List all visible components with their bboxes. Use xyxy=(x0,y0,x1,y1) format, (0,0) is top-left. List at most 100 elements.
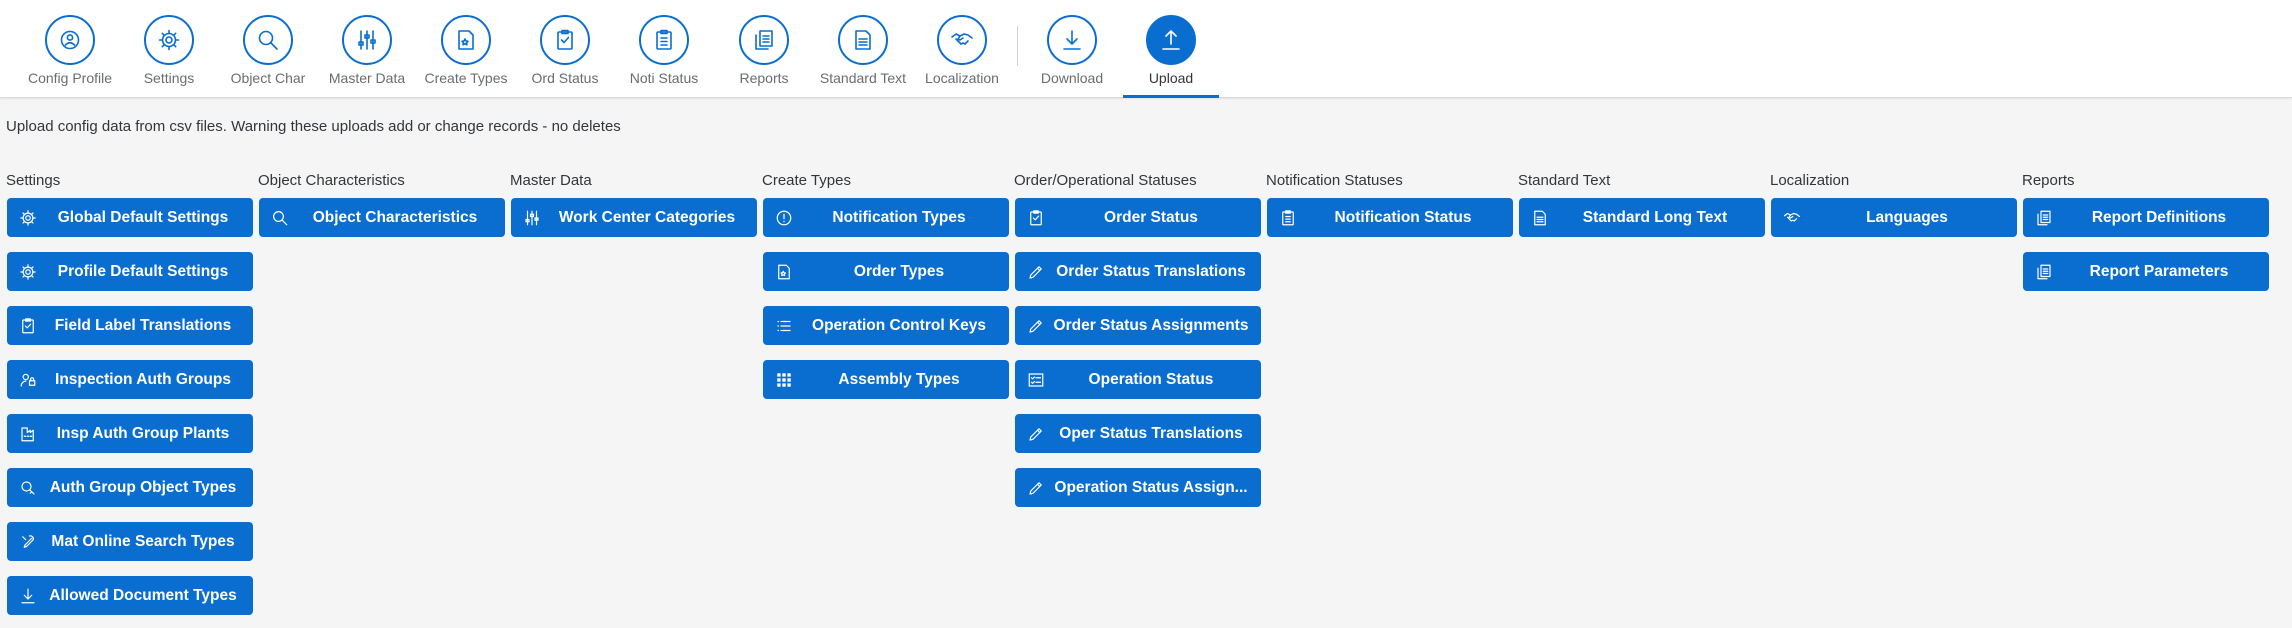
upload-languages-button[interactable]: Languages xyxy=(1771,198,2017,237)
tab-ord-status[interactable]: Ord Status xyxy=(517,12,613,98)
tab-localization[interactable]: Localization xyxy=(914,12,1010,98)
tab-reports[interactable]: Reports xyxy=(716,12,812,98)
gear-icon xyxy=(19,263,37,281)
column-title: Order/Operational Statuses xyxy=(1014,172,1197,189)
column-order-operational-statuses: Order/Operational Statuses Order Status Or… xyxy=(1014,170,1261,507)
upload-report-parameters-button[interactable]: Report Parameters xyxy=(2023,252,2269,291)
sliders-icon xyxy=(342,15,392,65)
tab-label: Upload xyxy=(1148,70,1194,86)
tab-download[interactable]: Download xyxy=(1024,12,1120,98)
column-reports: Reports Report Definitions Report Paramete… xyxy=(2022,170,2269,291)
upload-mat-online-search-types-button[interactable]: Mat Online Search Types xyxy=(7,522,253,561)
button-label: Assembly Types xyxy=(838,371,960,388)
upload-global-default-settings-button[interactable]: Global Default Settings xyxy=(7,198,253,237)
tab-settings[interactable]: Settings xyxy=(121,12,217,98)
grid-icon xyxy=(775,371,793,389)
upload-inspection-auth-groups-button[interactable]: Inspection Auth Groups xyxy=(7,360,253,399)
upload-operation-status-assign-button[interactable]: Operation Status Assign... xyxy=(1015,468,1261,507)
upload-object-characteristics-button[interactable]: Object Characteristics xyxy=(259,198,505,237)
button-label: Global Default Settings xyxy=(57,209,229,226)
tab-create-types[interactable]: Create Types xyxy=(418,12,514,98)
tab-upload[interactable]: Upload xyxy=(1123,12,1219,98)
document-star-icon xyxy=(775,263,793,281)
download-icon xyxy=(19,587,37,605)
document-star-icon xyxy=(441,15,491,65)
button-label: Allowed Document Types xyxy=(49,587,237,604)
tab-bar: Config Profile Settings Object Char Master … xyxy=(0,0,2292,98)
button-label: Operation Control Keys xyxy=(812,317,986,334)
column-title: Create Types xyxy=(762,172,851,189)
upload-description: Upload config data from csv files. Warni… xyxy=(6,118,621,135)
clipboard-icon xyxy=(1027,209,1045,227)
button-label: Report Parameters xyxy=(2089,263,2229,280)
pencil-icon xyxy=(1027,317,1045,335)
tab-master-data[interactable]: Master Data xyxy=(319,12,415,98)
column-title: Master Data xyxy=(510,172,592,189)
button-label: Profile Default Settings xyxy=(57,263,229,280)
config-profile-icon xyxy=(45,15,95,65)
factory-icon xyxy=(19,425,37,443)
button-label: Object Characteristics xyxy=(312,209,478,226)
upload-field-label-translations-button[interactable]: Field Label Translations xyxy=(7,306,253,345)
column-title: Reports xyxy=(2022,172,2075,189)
column-master-data: Master Data Work Center Categories xyxy=(510,170,757,237)
button-label: Order Types xyxy=(853,263,945,280)
button-label: Report Definitions xyxy=(2091,209,2227,226)
column-localization: Localization Languages xyxy=(1770,170,2017,237)
documents-icon xyxy=(2035,263,2053,281)
tab-noti-status[interactable]: Noti Status xyxy=(616,12,712,98)
tab-object-char[interactable]: Object Char xyxy=(220,12,316,98)
upload-oper-status-translations-button[interactable]: Oper Status Translations xyxy=(1015,414,1261,453)
button-label: Order Status xyxy=(1104,209,1198,226)
button-label: Languages xyxy=(1866,209,1948,226)
clipboard-icon xyxy=(540,15,590,65)
upload-work-center-categories-button[interactable]: Work Center Categories xyxy=(511,198,757,237)
button-label: Standard Long Text xyxy=(1582,209,1728,226)
tab-config-profile[interactable]: Config Profile xyxy=(22,12,118,98)
upload-operation-status-button[interactable]: Operation Status xyxy=(1015,360,1261,399)
upload-auth-group-object-types-button[interactable]: Auth Group Object Types xyxy=(7,468,253,507)
documents-icon xyxy=(2035,209,2053,227)
clipboard-list-icon xyxy=(1279,209,1297,227)
column-notification-statuses: Notification Statuses Notification Status xyxy=(1266,170,1513,237)
clipboard-list-icon xyxy=(639,15,689,65)
upload-allowed-document-types-button[interactable]: Allowed Document Types xyxy=(7,576,253,615)
clipboard-icon xyxy=(19,317,37,335)
upload-standard-long-text-button[interactable]: Standard Long Text xyxy=(1519,198,1765,237)
upload-notification-types-button[interactable]: Notification Types xyxy=(763,198,1009,237)
gear-icon xyxy=(144,15,194,65)
upload-notification-status-button[interactable]: Notification Status xyxy=(1267,198,1513,237)
handshake-icon xyxy=(937,15,987,65)
upload-operation-control-keys-button[interactable]: Operation Control Keys xyxy=(763,306,1009,345)
pencil-icon xyxy=(1027,263,1045,281)
upload-order-status-translations-button[interactable]: Order Status Translations xyxy=(1015,252,1261,291)
column-object-characteristics: Object Characteristics Object Characteris… xyxy=(258,170,505,237)
column-standard-text: Standard Text Standard Long Text xyxy=(1518,170,1765,237)
button-label: Notification Types xyxy=(832,209,966,226)
upload-order-types-button[interactable]: Order Types xyxy=(763,252,1009,291)
tab-separator xyxy=(1017,26,1018,66)
column-title: Settings xyxy=(6,172,61,189)
upload-report-definitions-button[interactable]: Report Definitions xyxy=(2023,198,2269,237)
upload-order-status-assignments-button[interactable]: Order Status Assignments xyxy=(1015,306,1261,345)
upload-assembly-types-button[interactable]: Assembly Types xyxy=(763,360,1009,399)
download-icon xyxy=(1047,15,1097,65)
button-label: Mat Online Search Types xyxy=(51,533,235,550)
column-title: Notification Statuses xyxy=(1266,172,1403,189)
button-label: Notification Status xyxy=(1334,209,1472,226)
upload-profile-default-settings-button[interactable]: Profile Default Settings xyxy=(7,252,253,291)
upload-insp-auth-group-plants-button[interactable]: Insp Auth Group Plants xyxy=(7,414,253,453)
tab-standard-text[interactable]: Standard Text xyxy=(815,12,911,98)
column-title: Localization xyxy=(1770,172,1850,189)
documents-icon xyxy=(739,15,789,65)
column-create-types: Create Types Notification Types Order Type… xyxy=(762,170,1009,399)
button-label: Field Label Translations xyxy=(54,317,232,334)
upload-order-status-button[interactable]: Order Status xyxy=(1015,198,1261,237)
button-label: Work Center Categories xyxy=(558,209,736,226)
button-label: Auth Group Object Types xyxy=(49,479,237,496)
alert-icon xyxy=(775,209,793,227)
tab-label: Noti Status xyxy=(629,70,699,86)
button-label: Inspection Auth Groups xyxy=(55,371,231,388)
button-label: Order Status Assignments xyxy=(1053,317,1249,334)
button-label: Operation Status Assign... xyxy=(1054,479,1248,496)
